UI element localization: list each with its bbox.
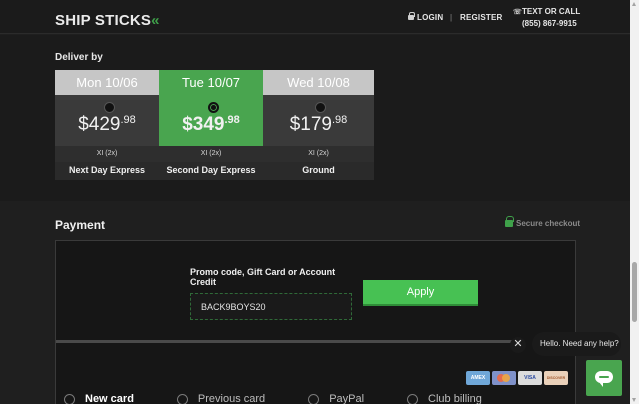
delivery-radio[interactable]	[315, 102, 326, 113]
contact-block[interactable]: ☏TEXT OR CALL (855) 867-9915	[513, 6, 580, 29]
delivery-radio-selected[interactable]	[208, 102, 219, 113]
payment-methods: New card Previous card PayPal Club billi…	[64, 393, 525, 404]
price-dollars: $429	[78, 114, 121, 135]
price-dollars: $349	[182, 114, 225, 135]
delivery-name: Second Day Express	[159, 162, 263, 180]
chat-close-icon[interactable]: ✕	[510, 337, 526, 353]
price-cents: .98	[120, 114, 136, 126]
secure-lock-icon	[505, 216, 514, 227]
delivery-option-body: $349.98	[159, 95, 263, 146]
page-scrollbar[interactable]	[630, 0, 639, 404]
nav-separator: |	[450, 13, 453, 22]
method-new-card[interactable]: New card	[64, 393, 134, 404]
secure-checkout-label: Secure checkout	[516, 219, 581, 228]
method-radio[interactable]	[64, 393, 75, 404]
scrollbar-thumb[interactable]	[632, 262, 637, 322]
method-label: PayPal	[329, 393, 365, 404]
delivery-name: Next Day Express	[55, 162, 159, 180]
method-previous-card[interactable]: Previous card	[176, 393, 266, 404]
chat-message-bubble[interactable]: Hello. Need any help?	[532, 332, 621, 356]
delivery-radio[interactable]	[104, 102, 115, 113]
method-radio[interactable]	[407, 393, 419, 404]
promo-label: Promo code, Gift Card or Account Credit	[190, 267, 336, 287]
delivery-price: $349.98	[159, 114, 263, 136]
logo-chevron-icon: «	[151, 12, 160, 29]
payment-box: Promo code, Gift Card or Account Credit …	[55, 240, 576, 404]
method-label: Club billing	[428, 393, 482, 404]
logo-text: SHIP STICKS	[55, 12, 152, 29]
deliver-by-label: Deliver by	[55, 52, 103, 63]
phone-icon: ☏	[513, 9, 522, 16]
accepted-cards: AMEX VISA DISCOVER	[466, 371, 568, 385]
login-link[interactable]: LOGIN	[408, 12, 444, 22]
delivery-name: Ground	[263, 162, 374, 180]
method-paypal[interactable]: PayPal	[308, 393, 364, 404]
login-label: LOGIN	[417, 13, 444, 22]
amex-card-icon: AMEX	[466, 371, 490, 385]
price-cents: .98	[224, 114, 240, 126]
delivery-price: $179.98	[263, 114, 374, 136]
delivery-option-body: $429.98	[55, 95, 159, 146]
delivery-options: Mon 10/06 $429.98 XI (2x) Next Day Expre…	[55, 70, 374, 180]
site-header: SHIP STICKS« LOGIN | REGISTER ☏TEXT OR C…	[0, 0, 630, 34]
chat-launcher-button[interactable]	[586, 360, 622, 396]
contact-label: TEXT OR CALL	[522, 7, 581, 16]
price-dollars: $179	[289, 114, 332, 135]
scroll-down-icon[interactable]	[632, 398, 636, 402]
delivery-option-next-day[interactable]: Mon 10/06 $429.98 XI (2x) Next Day Expre…	[55, 70, 159, 180]
delivery-option-body: $179.98	[263, 95, 374, 146]
promo-code-input[interactable]	[190, 293, 352, 320]
chat-bubble-icon	[595, 371, 613, 387]
delivery-day: Mon 10/06	[55, 70, 159, 95]
delivery-day: Wed 10/08	[263, 70, 374, 95]
delivery-sub: XI (2x)	[159, 146, 263, 162]
method-label: Previous card	[197, 393, 266, 404]
method-label: New card	[85, 393, 134, 404]
contact-number[interactable]: (855) 867-9915	[522, 18, 580, 29]
delivery-section: Deliver by Mon 10/06 $429.98 XI (2x) Nex…	[0, 35, 630, 201]
delivery-price: $429.98	[55, 114, 159, 136]
ship-sticks-logo[interactable]: SHIP STICKS«	[55, 12, 160, 29]
method-radio[interactable]	[308, 393, 320, 404]
delivery-sub: XI (2x)	[55, 146, 159, 162]
apply-button[interactable]: Apply	[363, 280, 478, 306]
lock-icon	[408, 12, 415, 20]
delivery-option-second-day[interactable]: Tue 10/07 $349.98 XI (2x) Second Day Exp…	[159, 70, 263, 180]
payment-title: Payment	[55, 218, 106, 232]
visa-card-icon: VISA	[518, 371, 542, 385]
discover-card-icon: DISCOVER	[544, 371, 568, 385]
price-cents: .98	[331, 114, 348, 126]
scroll-up-icon[interactable]	[632, 2, 636, 6]
secure-checkout: Secure checkout	[505, 216, 581, 228]
delivery-option-ground[interactable]: Wed 10/08 $179.98 XI (2x) Ground	[263, 70, 374, 180]
register-link[interactable]: REGISTER	[460, 13, 503, 22]
delivery-sub: XI (2x)	[263, 146, 374, 162]
mastercard-card-icon	[492, 371, 516, 385]
method-radio[interactable]	[176, 393, 188, 404]
delivery-day: Tue 10/07	[159, 70, 263, 95]
method-club-billing[interactable]: Club billing	[407, 393, 482, 404]
payment-divider	[56, 340, 516, 343]
